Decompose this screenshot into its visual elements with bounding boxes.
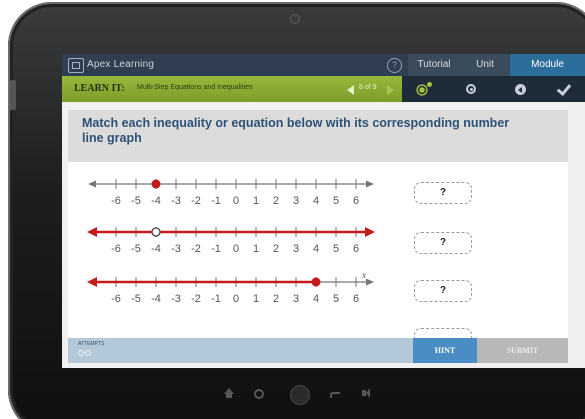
search-icon[interactable] <box>254 389 264 399</box>
attempt-indicator <box>78 350 84 356</box>
tick-label: -3 <box>171 243 181 254</box>
variable-label: x <box>361 272 366 280</box>
tick-label: 2 <box>273 293 279 304</box>
tick-label: 0 <box>233 195 239 206</box>
answer-slot-3[interactable]: ? <box>414 280 472 302</box>
tick-label: -4 <box>151 243 161 254</box>
tick-label: 6 <box>353 293 359 304</box>
open-point <box>151 227 161 237</box>
tick-label: -5 <box>131 243 141 254</box>
tick-label: 3 <box>293 243 299 254</box>
tab-tutorial[interactable]: Tutorial <box>408 54 460 76</box>
number-line-2[interactable]: -6 -5 -4 -3 -2 -1 0 1 2 3 4 5 6 <box>86 222 376 254</box>
top-navigation-bar: Apex Learning ? Tutorial Unit Module <box>62 54 585 76</box>
tick-label: -4 <box>151 293 161 304</box>
home-icon-base <box>226 394 232 398</box>
target-icon[interactable] <box>462 81 480 97</box>
number-line-3[interactable]: -6 -5 -4 -3 -2 -1 0 1 2 3 4 5 6 x <box>86 272 376 304</box>
device-stage: Apex Learning ? Tutorial Unit Module LEA… <box>0 0 585 419</box>
tick-label: 5 <box>333 243 339 254</box>
tick-label: -6 <box>111 243 121 254</box>
camera-icon <box>290 14 300 24</box>
tick-label: 5 <box>333 195 339 206</box>
tick-label: -6 <box>111 293 121 304</box>
back-arrow-icon[interactable] <box>330 392 340 398</box>
tick-label: -2 <box>191 243 201 254</box>
help-icon[interactable]: ? <box>387 58 402 73</box>
previous-page-icon[interactable] <box>347 85 354 95</box>
tick-label: -6 <box>111 195 121 206</box>
action-bar: ATTEMPTS HINT SUBMIT <box>68 338 568 363</box>
tab-module[interactable]: Module <box>510 54 585 76</box>
home-button[interactable] <box>290 385 310 405</box>
ray-arrow-left <box>87 277 97 287</box>
back-icon[interactable] <box>512 81 530 97</box>
tick-label: -2 <box>191 195 201 206</box>
axis-arrow-left <box>88 180 96 188</box>
tick-label: -4 <box>151 195 161 206</box>
ray-arrow-left <box>87 227 97 237</box>
tick-label: 3 <box>293 195 299 206</box>
volume-icon-cone <box>366 388 370 398</box>
question-header: Match each inequality or equation below … <box>68 110 568 162</box>
tick-label: -1 <box>211 293 221 304</box>
tick-label: 6 <box>353 195 359 206</box>
tick-label: 4 <box>313 195 319 206</box>
tick-label: -2 <box>191 293 201 304</box>
device-nav-bar <box>220 385 390 405</box>
tick-label: 0 <box>233 293 239 304</box>
tick-label: 4 <box>313 243 319 254</box>
attempts-label: ATTEMPTS <box>78 341 105 347</box>
submit-button[interactable]: SUBMIT <box>477 338 568 363</box>
question-text: Match each inequality or equation below … <box>82 116 510 145</box>
lesson-bar: LEARN IT: Multi-Step Equations and Inequ… <box>62 76 402 102</box>
tick-label: 2 <box>273 195 279 206</box>
gear-icon[interactable] <box>416 81 434 97</box>
tick-label: 5 <box>333 293 339 304</box>
tick-label: 3 <box>293 293 299 304</box>
learn-it-label: LEARN IT: <box>74 83 125 94</box>
front-camera <box>278 12 318 24</box>
next-page-icon[interactable] <box>387 85 394 95</box>
tick-label: -3 <box>171 195 181 206</box>
tick-label: 1 <box>253 293 259 304</box>
axis-arrow-right <box>366 278 374 286</box>
answer-slot-2[interactable]: ? <box>414 232 472 254</box>
number-line-1[interactable]: -6 -5 -4 -3 -2 -1 0 1 2 3 4 5 6 <box>86 174 376 206</box>
axis-arrow-right <box>366 180 374 188</box>
tick-label: 0 <box>233 243 239 254</box>
lesson-title: Multi-Step Equations and Inequalities <box>137 84 253 91</box>
tick-label: -1 <box>211 243 221 254</box>
closed-point <box>311 277 321 287</box>
closed-point <box>151 179 161 189</box>
tick-label: 1 <box>253 243 259 254</box>
tick-label: -1 <box>211 195 221 206</box>
ray-arrow-right <box>365 227 375 237</box>
hint-button[interactable]: HINT <box>413 338 477 363</box>
tick-label: 6 <box>353 243 359 254</box>
tick-label: -5 <box>131 293 141 304</box>
page-counter: 8 of 9 <box>359 84 377 91</box>
tick-label: -3 <box>171 293 181 304</box>
tick-label: 1 <box>253 195 259 206</box>
brand-name: Apex Learning <box>87 59 155 70</box>
tick-label: -5 <box>131 195 141 206</box>
matching-area: -6 -5 -4 -3 -2 -1 0 1 2 3 4 5 6 -6 -5 -4 -3 -2 -1 0 1 2 3 4 5 6 … <box>68 162 568 340</box>
tick-label: 4 <box>313 293 319 304</box>
tick-label: 2 <box>273 243 279 254</box>
app-screen: Apex Learning ? Tutorial Unit Module LEA… <box>62 54 585 368</box>
side-button <box>10 80 16 110</box>
lesson-toolbar <box>402 76 585 102</box>
apex-logo-icon <box>68 58 84 73</box>
tab-unit[interactable]: Unit <box>460 54 510 76</box>
attempt-indicator <box>85 350 91 356</box>
check-icon[interactable] <box>555 80 573 97</box>
answer-slot-1[interactable]: ? <box>414 182 472 204</box>
